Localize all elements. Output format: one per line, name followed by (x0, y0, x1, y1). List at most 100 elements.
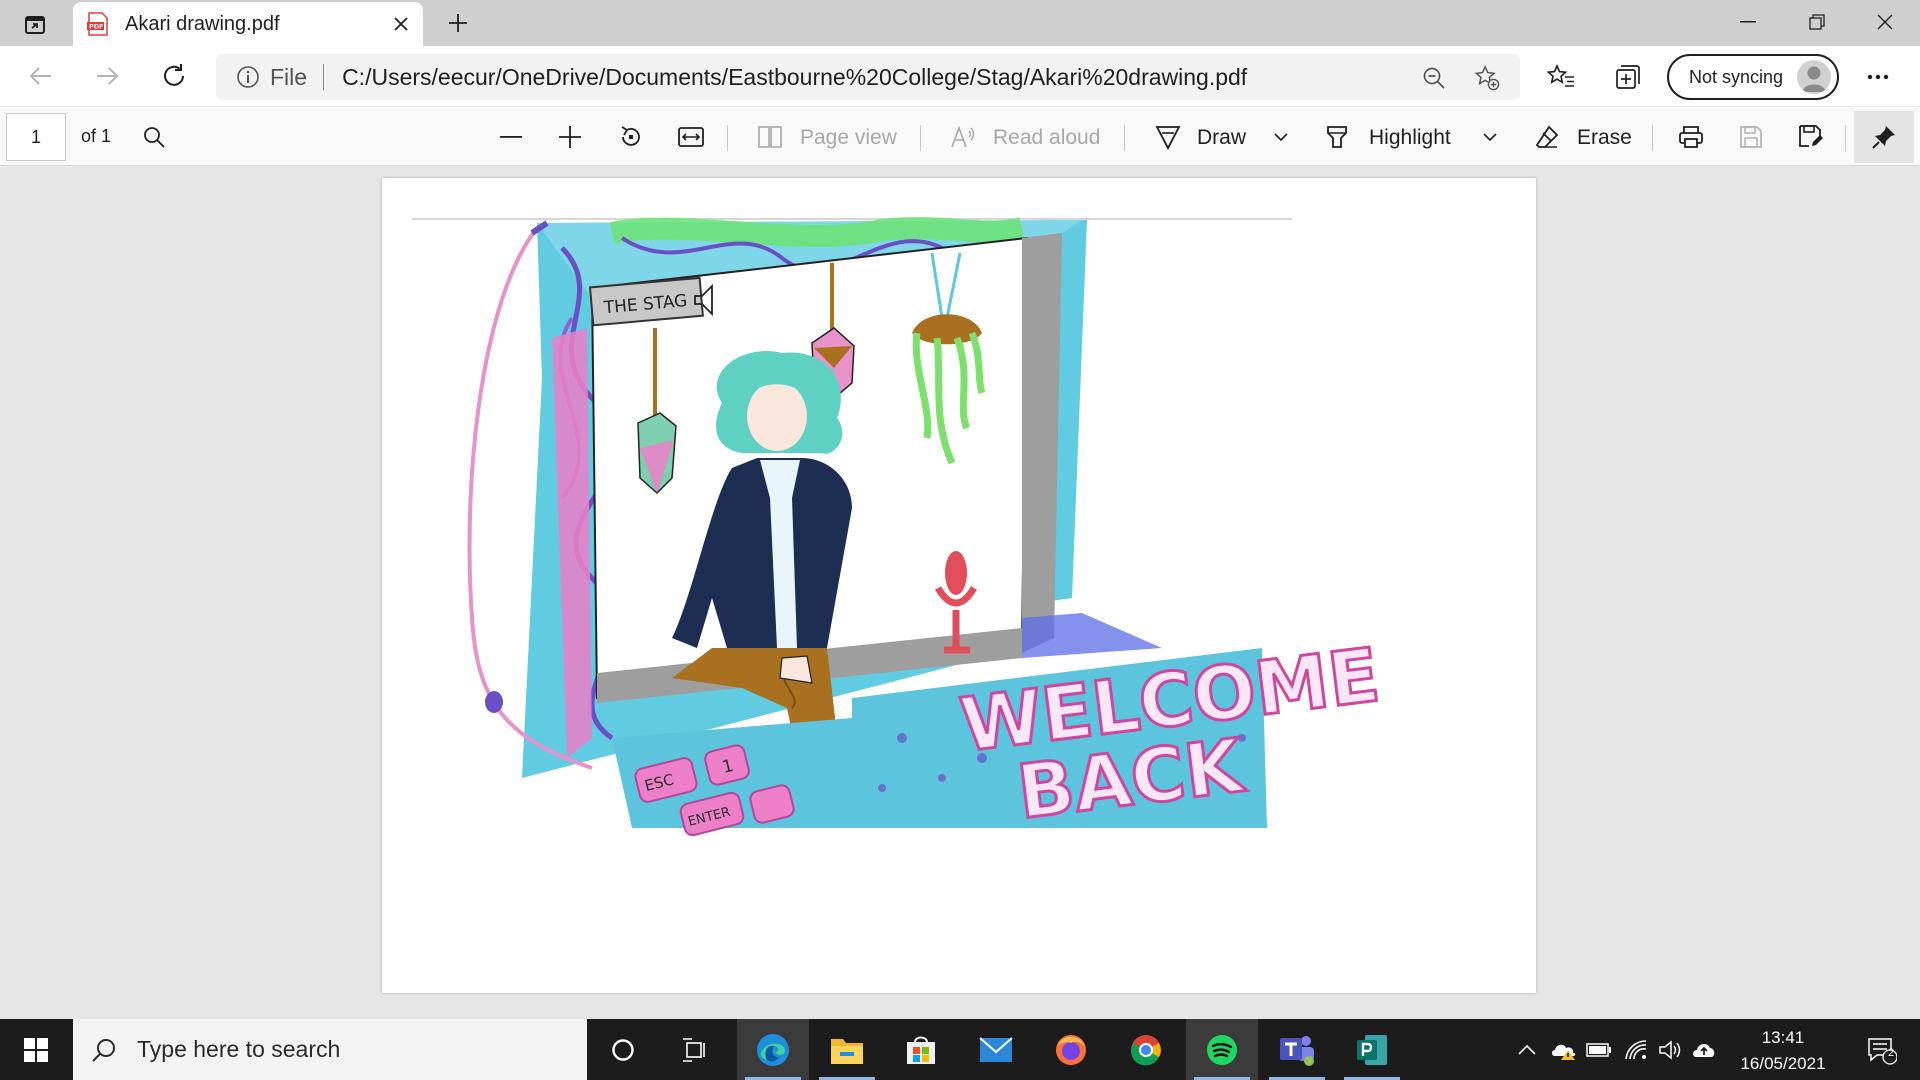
battery-icon[interactable] (1585, 1037, 1613, 1063)
taskbar-app-store[interactable] (885, 1019, 957, 1080)
taskbar-search-box[interactable]: Type here to search (73, 1019, 587, 1080)
toolbar-divider (727, 125, 728, 151)
show-hidden-icons-chevron-icon[interactable] (1513, 1037, 1541, 1063)
taskbar: Type here to search 13:41 16/05/2021 2 (0, 1019, 1920, 1080)
plus-icon (559, 126, 581, 148)
draw-options-chevron-icon[interactable] (1263, 119, 1299, 155)
new-tab-button[interactable] (440, 8, 476, 38)
read-aloud-label[interactable]: Read aloud (993, 126, 1100, 150)
draw-label[interactable]: Draw (1197, 126, 1246, 150)
pin-icon (1871, 124, 1897, 150)
taskbar-app-edge[interactable] (737, 1019, 809, 1080)
tab-strip: PDF Akari drawing.pdf (0, 0, 1920, 46)
url-text[interactable]: C:/Users/eecur/OneDrive/Documents/Eastbo… (342, 64, 1247, 91)
save-as-button[interactable] (1793, 119, 1829, 155)
fit-to-width-button[interactable] (673, 119, 709, 155)
close-tab-icon[interactable] (389, 12, 413, 36)
refresh-button[interactable] (153, 55, 195, 97)
taskbar-app-mail[interactable] (960, 1019, 1032, 1080)
clock-date: 16/05/2021 (1740, 1054, 1826, 1073)
taskbar-app-file-explorer[interactable] (811, 1019, 883, 1080)
save-button[interactable] (1733, 119, 1769, 155)
highlight-icon[interactable] (1319, 119, 1355, 155)
page-number-input[interactable]: 1 (6, 113, 66, 161)
onedrive-warning-icon[interactable] (1550, 1037, 1578, 1063)
volume-icon[interactable] (1656, 1037, 1684, 1063)
rotate-button[interactable] (613, 119, 649, 155)
pdf-toolbar: 1 of 1 Page view Read aloud Draw Highlig… (0, 106, 1920, 166)
zoom-out-icon[interactable] (1421, 65, 1447, 91)
tab-akari-drawing[interactable]: PDF Akari drawing.pdf (73, 2, 423, 46)
address-bar[interactable]: File C:/Users/eecur/OneDrive/Documents/E… (216, 54, 1520, 100)
eraser-icon[interactable] (1529, 119, 1565, 155)
taskbar-app-publisher[interactable] (1336, 1019, 1408, 1080)
chrome-icon (1129, 1033, 1163, 1067)
task-view-button[interactable] (659, 1019, 731, 1080)
draw-icon[interactable] (1150, 119, 1186, 155)
start-button[interactable] (0, 1019, 72, 1080)
plus-icon (448, 13, 468, 33)
notifications-button[interactable]: 2 (1862, 1033, 1902, 1069)
save-disk-icon (1739, 125, 1763, 149)
akari-drawing: THE STAG ESC 1 ENTER WELCOME BACK (412, 217, 1386, 838)
cortana-button[interactable] (587, 1019, 659, 1080)
file-scheme-label: File (270, 63, 308, 90)
more-dots-icon (1867, 74, 1889, 80)
refresh-icon (161, 63, 187, 89)
minimize-button[interactable] (1713, 0, 1783, 44)
restore-button[interactable] (1782, 0, 1852, 44)
taskbar-app-teams[interactable] (1261, 1019, 1333, 1080)
pin-toolbar-button[interactable] (1854, 111, 1914, 163)
page-view-label[interactable]: Page view (800, 126, 897, 150)
avatar (1797, 60, 1831, 94)
wifi-icon[interactable] (1622, 1037, 1650, 1063)
toolbar-divider (1652, 125, 1653, 151)
clock[interactable]: 13:41 16/05/2021 (1715, 1025, 1851, 1077)
forward-button[interactable] (86, 55, 128, 97)
task-view-icon (682, 1037, 708, 1062)
clock-time: 13:41 (1761, 1028, 1805, 1047)
profile-sync-button[interactable]: Not syncing (1667, 54, 1839, 100)
taskbar-app-firefox[interactable] (1035, 1019, 1107, 1080)
taskbar-app-chrome[interactable] (1110, 1019, 1182, 1080)
folder-icon (830, 1035, 864, 1065)
forward-arrow-icon (95, 66, 119, 86)
add-favorite-icon[interactable] (1474, 65, 1500, 91)
divider (323, 64, 325, 90)
cloud-upload-icon[interactable] (1690, 1037, 1718, 1063)
zoom-in-button[interactable] (552, 119, 588, 155)
notification-count: 2 (1887, 1047, 1895, 1059)
erase-label[interactable]: Erase (1577, 126, 1632, 150)
find-button[interactable] (136, 119, 172, 155)
read-aloud-icon[interactable] (945, 119, 981, 155)
tab-actions-button[interactable] (6, 7, 64, 43)
save-as-icon (1798, 124, 1824, 150)
settings-more-button[interactable] (1860, 59, 1896, 95)
teams-icon (1278, 1033, 1316, 1067)
collections-button[interactable] (1610, 59, 1646, 95)
mail-envelope-icon (979, 1036, 1013, 1063)
favorites-button[interactable] (1543, 59, 1579, 95)
windows-logo-icon (24, 1037, 48, 1062)
highlight-label[interactable]: Highlight (1369, 126, 1451, 150)
search-placeholder: Type here to search (137, 1036, 341, 1062)
info-icon[interactable] (236, 65, 260, 89)
favorites-star-icon (1547, 64, 1575, 90)
edge-icon (755, 1032, 791, 1068)
close-window-button[interactable] (1850, 0, 1920, 44)
pdf-page: THE STAG ESC 1 ENTER WELCOME BACK (382, 178, 1536, 993)
publisher-icon (1355, 1033, 1389, 1067)
print-button[interactable] (1673, 119, 1709, 155)
zoom-out-button[interactable] (493, 119, 529, 155)
collections-icon (1614, 63, 1642, 91)
close-icon (1877, 14, 1893, 30)
page-count-label: of 1 (81, 126, 112, 146)
fit-width-icon (678, 127, 704, 147)
tab-actions-icon (24, 14, 46, 36)
taskbar-app-spotify[interactable] (1186, 1019, 1258, 1080)
back-button[interactable] (20, 55, 62, 97)
page-view-icon[interactable] (752, 119, 788, 155)
highlight-options-chevron-icon[interactable] (1472, 119, 1508, 155)
spotify-icon (1205, 1033, 1239, 1067)
pdf-viewer[interactable]: THE STAG ESC 1 ENTER WELCOME BACK (0, 167, 1920, 1019)
